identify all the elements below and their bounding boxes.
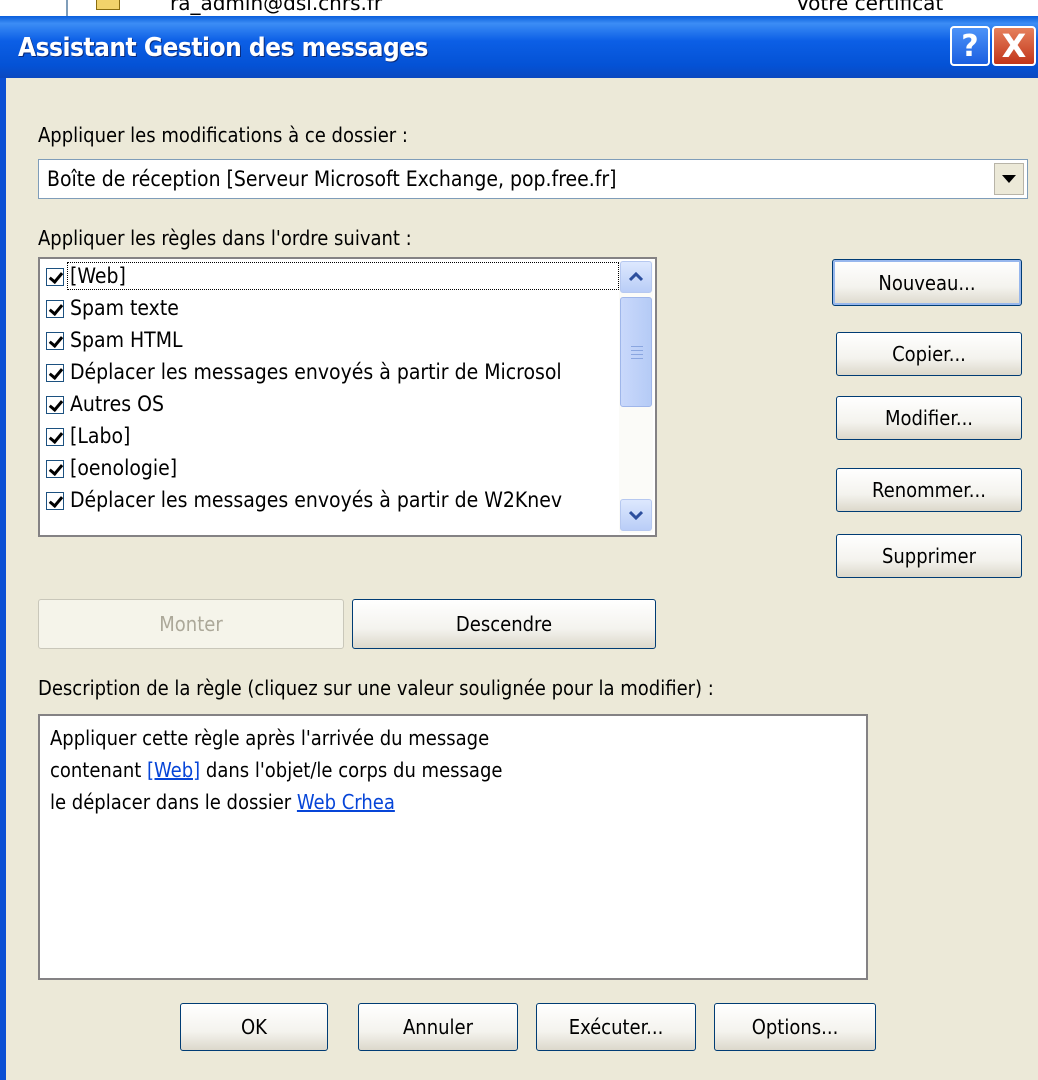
folder-link[interactable]: Web Crhea <box>297 790 395 814</box>
scroll-up-button[interactable] <box>620 261 652 293</box>
description-text: le déplacer dans le dossier <box>50 790 297 814</box>
background-subject: Votre certificat <box>796 0 944 15</box>
description-line: Appliquer cette règle après l'arrivée du… <box>50 726 490 750</box>
description-line: contenant [Web] dans l'objet/le corps du… <box>50 758 502 782</box>
focus-rectangle <box>67 262 619 290</box>
run-rules-button[interactable]: Exécuter... <box>536 1003 696 1051</box>
chevron-up-icon <box>629 272 643 282</box>
grip-line <box>631 358 643 359</box>
background-sender: ra_admin@dsi.cnrs.fr <box>170 0 383 15</box>
grip-line <box>631 346 643 347</box>
folder-label: Appliquer les modifications à ce dossier… <box>38 123 408 147</box>
modify-rule-button[interactable]: Modifier... <box>836 396 1022 440</box>
folder-select[interactable]: Boîte de réception [Serveur Microsoft Ex… <box>38 159 1028 199</box>
description-text: dans l'objet/le corps du message <box>200 758 503 782</box>
list-item[interactable]: Déplacer les messages envoyés à partir d… <box>44 487 619 517</box>
grip-line <box>631 354 643 355</box>
copy-rule-button[interactable]: Copier... <box>836 332 1022 376</box>
move-up-button[interactable]: Monter <box>38 599 344 649</box>
rule-label: [Labo] <box>70 424 131 448</box>
rule-checkbox[interactable] <box>46 300 64 318</box>
rule-label: [oenologie] <box>70 456 178 480</box>
folder-select-value: Boîte de réception [Serveur Microsoft Ex… <box>47 167 617 191</box>
close-button[interactable]: X <box>992 26 1036 66</box>
rule-checkbox[interactable] <box>46 492 64 510</box>
list-item[interactable]: [oenologie] <box>44 455 619 485</box>
cancel-button[interactable]: Annuler <box>358 1003 518 1051</box>
move-down-button[interactable]: Descendre <box>352 599 656 649</box>
background-divider <box>66 0 68 16</box>
dialog-title: Assistant Gestion des messages <box>18 33 429 63</box>
rule-checkbox[interactable] <box>46 460 64 478</box>
list-item[interactable]: [Labo] <box>44 423 619 453</box>
rename-rule-button[interactable]: Renommer... <box>836 468 1022 512</box>
scroll-down-button[interactable] <box>620 499 652 531</box>
rules-scrollbar[interactable] <box>619 261 653 533</box>
envelope-icon <box>96 0 120 10</box>
help-icon: ? <box>961 28 979 64</box>
scroll-thumb[interactable] <box>620 297 652 407</box>
rule-label: Déplacer les messages envoyés à partir d… <box>70 360 562 384</box>
list-item[interactable]: Déplacer les messages envoyés à partir d… <box>44 359 619 389</box>
rule-label: Autres OS <box>70 392 164 416</box>
description-label: Description de la règle (cliquez sur une… <box>38 676 714 700</box>
rules-label: Appliquer les règles dans l'ordre suivan… <box>38 226 412 250</box>
rule-checkbox[interactable] <box>46 332 64 350</box>
chevron-down-icon <box>629 510 643 520</box>
list-item[interactable]: Spam HTML <box>44 327 619 357</box>
rule-label: Déplacer les messages envoyés à partir d… <box>70 488 563 512</box>
rule-label: Spam texte <box>70 296 179 320</box>
rules-list[interactable]: [Web] Spam texte Spam HTML Déplacer les … <box>38 257 657 537</box>
rules-wizard-dialog: Assistant Gestion des messages ? X Appli… <box>0 16 1038 1080</box>
rule-description-box: Appliquer cette règle après l'arrivée du… <box>38 714 868 980</box>
keyword-link[interactable]: [Web] <box>147 758 200 782</box>
help-button[interactable]: ? <box>950 26 990 66</box>
chevron-down-icon <box>1002 175 1016 183</box>
folder-select-dropdown-button[interactable] <box>994 163 1024 195</box>
delete-rule-button[interactable]: Supprimer <box>836 534 1022 578</box>
grip-line <box>631 350 643 351</box>
rule-checkbox[interactable] <box>46 268 64 286</box>
close-icon: X <box>1001 27 1027 65</box>
background-window-strip: ra_admin@dsi.cnrs.fr Votre certificat <box>0 0 1038 16</box>
list-item[interactable]: Spam texte <box>44 295 619 325</box>
list-item[interactable]: Autres OS <box>44 391 619 421</box>
window-border <box>0 78 6 1080</box>
options-button[interactable]: Options... <box>714 1003 876 1051</box>
ok-button[interactable]: OK <box>180 1003 328 1051</box>
rule-checkbox[interactable] <box>46 364 64 382</box>
rule-checkbox[interactable] <box>46 428 64 446</box>
rule-checkbox[interactable] <box>46 396 64 414</box>
description-text: contenant <box>50 758 148 782</box>
description-line: le déplacer dans le dossier Web Crhea <box>50 790 395 814</box>
new-rule-button[interactable]: Nouveau... <box>832 259 1022 306</box>
list-item[interactable]: [Web] <box>44 262 619 293</box>
title-bar[interactable]: Assistant Gestion des messages ? X <box>0 16 1038 78</box>
rule-label: Spam HTML <box>70 328 183 352</box>
